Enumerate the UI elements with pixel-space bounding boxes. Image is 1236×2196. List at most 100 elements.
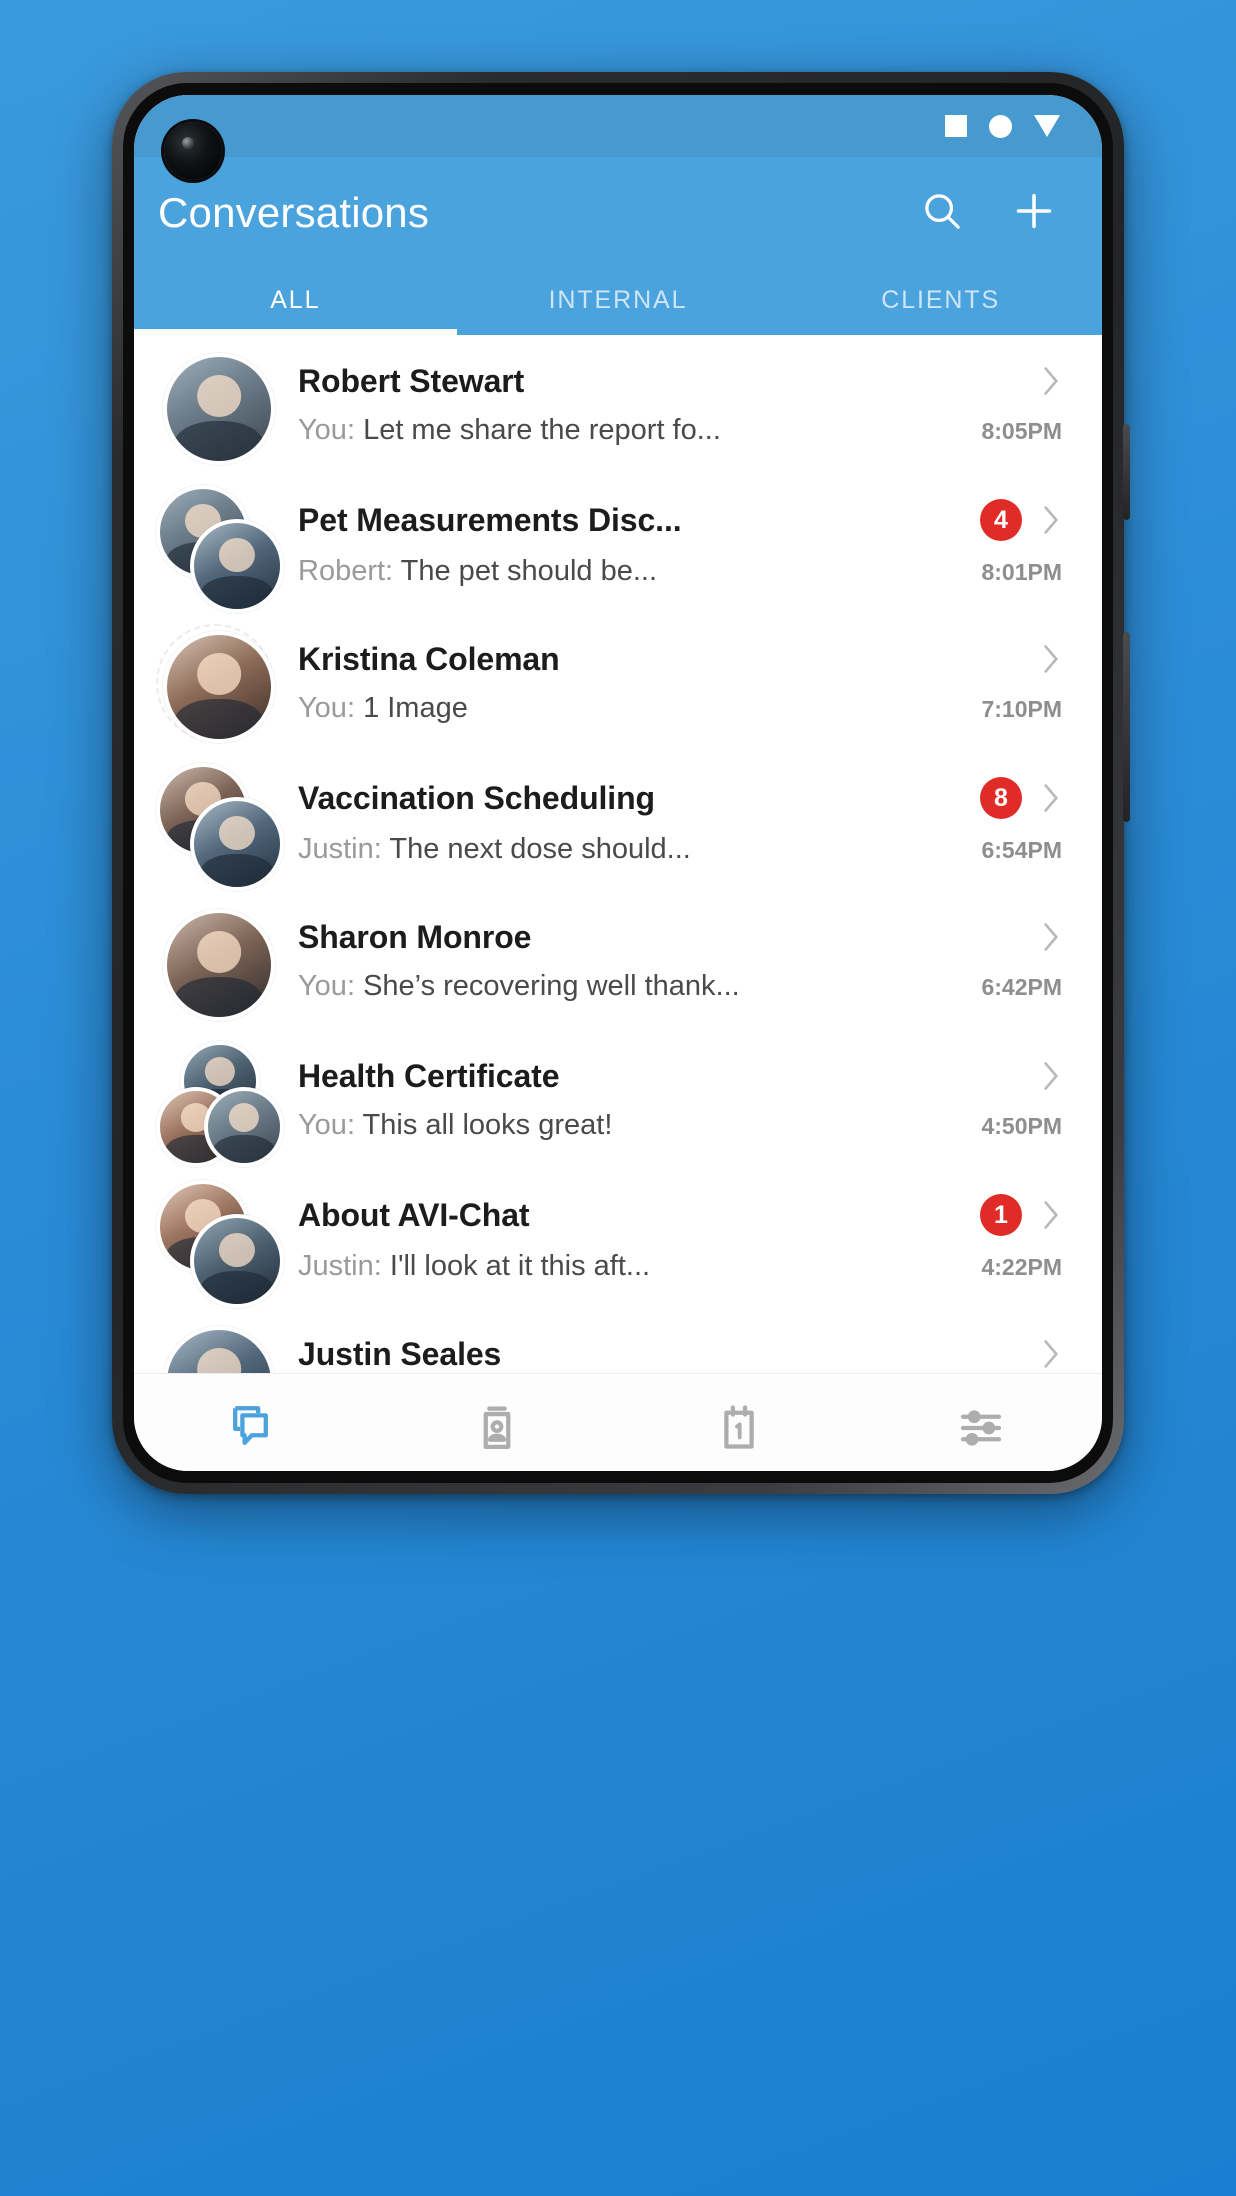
chevron-right-icon [1040,1199,1062,1231]
conversation-time: 6:42PM [981,973,1062,1000]
chevron-right-icon [1040,921,1062,953]
nav-item-calendar[interactable] [618,1401,860,1455]
preview-sender: Justin: [298,833,382,865]
preview-text: This all looks great! [362,1108,613,1141]
avatar-group [156,1040,284,1167]
conversation-time: 8:01PM [981,559,1062,585]
preview-sender: You: [298,1108,355,1141]
conversation-body: Robert Stewart You: Let me share the rep… [274,363,1068,447]
sliders-settings-icon [960,1410,1002,1446]
phone-screen: Conversations ALL INTERNAL CLIENTS Rober… [134,95,1102,1471]
preview-sender: Robert: [298,555,394,587]
tab-internal[interactable]: INTERNAL [457,265,780,335]
volume-button[interactable] [1123,632,1130,822]
conversation-body: Kristina Coleman You: 1 Image 7:10PM [274,641,1068,725]
search-button[interactable] [914,183,970,239]
square-icon [945,115,967,137]
conversation-body: Sharon Monroe You: She’s recovering well… [274,919,1068,1003]
conversation-time: 6:54PM [981,837,1062,863]
status-bar [134,95,1102,157]
avatar [163,352,275,465]
avatar [190,796,284,891]
conversation-title: Sharon Monroe [298,918,532,955]
circle-icon [989,114,1012,138]
conversation-row[interactable]: Pet Measurements Disc... 4 Robert: The p… [134,474,1102,613]
conversation-preview: Justin: The next dose should... [298,833,965,866]
new-conversation-button[interactable] [1006,183,1062,239]
avatar-group [156,1179,284,1308]
conversation-body: About AVI-Chat 1 Justin: I'll look at it… [274,1194,1068,1283]
tab-bar: ALL INTERNAL CLIENTS [134,265,1102,335]
conversation-row[interactable]: About AVI-Chat 1 Justin: I'll look at it… [134,1169,1102,1308]
nav-item-settings[interactable] [860,1401,1102,1455]
unread-badge: 4 [980,499,1022,541]
conversation-title: Justin Seales [298,1335,502,1372]
conversation-body: Pet Measurements Disc... 4 Robert: The p… [274,499,1068,588]
preview-sender: You: [298,969,355,1002]
conversation-time: 7:10PM [981,695,1062,722]
contact-card-icon [483,1406,511,1450]
chevron-right-icon [1040,365,1062,397]
tab-all-label: ALL [270,285,321,314]
avatar [163,630,275,743]
tab-all[interactable]: ALL [134,265,457,335]
triangle-down-icon [1034,115,1060,137]
avatar-group [156,346,275,465]
tab-internal-label: INTERNAL [548,285,688,314]
preview-sender: Justin: [298,1250,382,1282]
conversation-row[interactable]: Sharon Monroe You: She’s recovering well… [134,891,1102,1030]
conversation-body: Vaccination Scheduling 8 Justin: The nex… [274,777,1068,866]
conversation-row[interactable]: Health Certificate You: This all looks g… [134,1030,1102,1169]
conversation-row[interactable]: Justin Seales You: I'm hoping you can...… [134,1308,1102,1373]
unread-badge: 1 [980,1194,1022,1236]
conversation-row[interactable]: Kristina Coleman You: 1 Image 7:10PM [134,613,1102,752]
page-title: Conversations [158,189,430,236]
chevron-right-icon [1040,782,1062,814]
unread-badge: 8 [980,777,1022,819]
conversation-time: 4:50PM [981,1112,1062,1139]
app-header: Conversations ALL INTERNAL CLIENTS [134,95,1102,335]
avatar-group [156,623,275,743]
chat-bubbles-icon [233,1406,268,1445]
conversation-preview: Robert: The pet should be... [298,555,965,588]
conversation-preview: Justin: I'll look at it this aft... [298,1250,965,1283]
avatar [190,518,284,613]
conversation-time: 8:05PM [981,417,1062,444]
conversation-title: About AVI-Chat [298,1196,530,1233]
power-button[interactable] [1123,424,1130,520]
chevron-right-icon [1040,643,1062,675]
avatar-group [156,762,284,891]
avatar [204,1086,284,1167]
conversation-title: Robert Stewart [298,362,525,399]
nav-item-conversations[interactable] [134,1401,376,1455]
nav-item-contacts[interactable] [376,1401,618,1455]
tab-clients[interactable]: CLIENTS [779,265,1102,335]
preview-text: 1 Image [363,691,468,724]
conversation-title: Health Certificate [298,1057,560,1094]
calendar-icon [724,1405,754,1449]
conversation-row[interactable]: Vaccination Scheduling 8 Justin: The nex… [134,752,1102,891]
conversation-preview: You: 1 Image [298,692,965,725]
conversation-row[interactable]: Robert Stewart You: Let me share the rep… [134,335,1102,474]
title-bar: Conversations [134,157,1102,265]
conversation-preview: You: Let me share the report fo... [298,414,965,447]
avatar-group [156,1319,275,1373]
preview-text: She’s recovering well thank... [363,969,740,1002]
bottom-navigation [134,1373,1102,1471]
camera-punch-hole-icon [164,122,222,180]
preview-text: The pet should be... [400,555,657,587]
preview-text: Let me share the report fo... [363,413,721,446]
avatar-group [156,902,275,1021]
preview-sender: You: [298,413,355,446]
conversation-title: Kristina Coleman [298,640,560,677]
preview-sender: You: [298,691,355,724]
avatar [163,908,275,1021]
chevron-right-icon [1040,1060,1062,1092]
conversation-body: Health Certificate You: This all looks g… [274,1058,1068,1142]
plus-icon [1016,193,1052,229]
preview-text: The next dose should... [389,833,691,865]
avatar-group [156,484,284,613]
conversation-preview: You: This all looks great! [298,1109,965,1142]
conversation-time: 4:22PM [981,1254,1062,1280]
conversation-list[interactable]: Robert Stewart You: Let me share the rep… [134,335,1102,1373]
